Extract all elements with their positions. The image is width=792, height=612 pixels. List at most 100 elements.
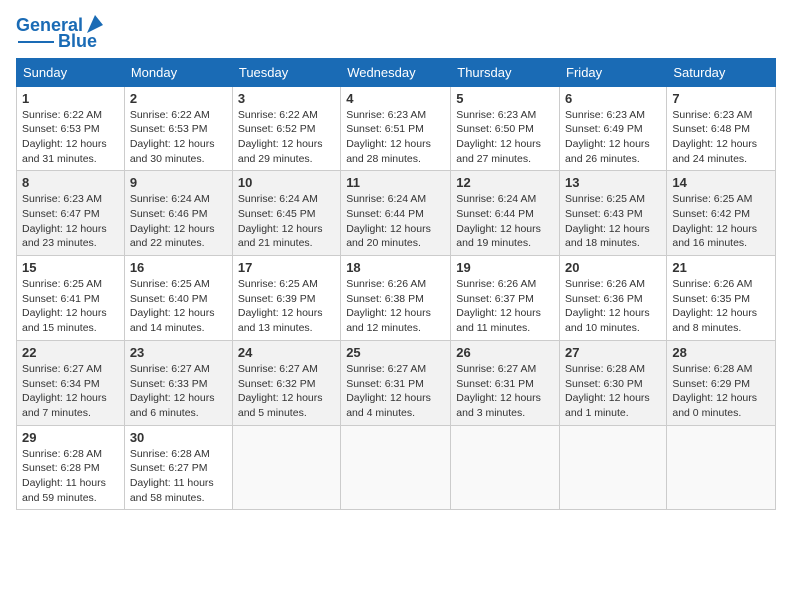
day-number: 12 xyxy=(456,175,554,190)
calendar-cell: 24Sunrise: 6:27 AM Sunset: 6:32 PM Dayli… xyxy=(232,340,340,425)
calendar-cell: 27 Sunrise: 6:28 AM Sunset: 6:30 PM Dayli… xyxy=(560,340,667,425)
day-number: 20 xyxy=(565,260,661,275)
day-number: 30 xyxy=(130,430,227,445)
calendar-cell: 17 Sunrise: 6:25 AM Sunset: 6:39 PM Dayli… xyxy=(232,256,340,341)
day-number: 22 xyxy=(22,345,119,360)
calendar-cell: 18 Sunrise: 6:26 AM Sunset: 6:38 PM Dayli… xyxy=(341,256,451,341)
calendar-cell: 15 Sunrise: 6:25 AM Sunset: 6:41 PM Dayli… xyxy=(17,256,125,341)
day-number: 17 xyxy=(238,260,335,275)
day-number: 19 xyxy=(456,260,554,275)
day-number: 18 xyxy=(346,260,445,275)
day-info: Sunrise: 6:24 AM Sunset: 6:44 PM Dayligh… xyxy=(456,192,554,251)
calendar-cell: 19 Sunrise: 6:26 AM Sunset: 6:37 PM Dayli… xyxy=(451,256,560,341)
calendar-cell: 12 Sunrise: 6:24 AM Sunset: 6:44 PM Dayli… xyxy=(451,171,560,256)
calendar-cell xyxy=(667,425,776,510)
day-info: Sunrise: 6:23 AM Sunset: 6:51 PM Dayligh… xyxy=(346,108,445,167)
day-number: 9 xyxy=(130,175,227,190)
calendar-cell: 7 Sunrise: 6:23 AM Sunset: 6:48 PM Daylig… xyxy=(667,86,776,171)
day-number: 26 xyxy=(456,345,554,360)
day-info: Sunrise: 6:28 AM Sunset: 6:29 PM Dayligh… xyxy=(672,362,770,421)
calendar-cell: 10 Sunrise: 6:24 AM Sunset: 6:45 PM Dayli… xyxy=(232,171,340,256)
header-saturday: Saturday xyxy=(667,58,776,86)
day-info: Sunrise: 6:24 AM Sunset: 6:46 PM Dayligh… xyxy=(130,192,227,251)
calendar-cell: 4 Sunrise: 6:23 AM Sunset: 6:51 PM Daylig… xyxy=(341,86,451,171)
day-number: 6 xyxy=(565,91,661,106)
calendar-cell: 14Sunrise: 6:25 AM Sunset: 6:42 PM Dayli… xyxy=(667,171,776,256)
calendar-cell: 13 Sunrise: 6:25 AM Sunset: 6:43 PM Dayli… xyxy=(560,171,667,256)
calendar-cell xyxy=(451,425,560,510)
calendar-cell: 1 Sunrise: 6:22 AM Sunset: 6:53 PM Daylig… xyxy=(17,86,125,171)
day-number: 21 xyxy=(672,260,770,275)
calendar-week-5: 29 Sunrise: 6:28 AM Sunset: 6:28 PM Dayli… xyxy=(17,425,776,510)
calendar-cell: 22 Sunrise: 6:27 AM Sunset: 6:34 PM Dayli… xyxy=(17,340,125,425)
day-info: Sunrise: 6:23 AM Sunset: 6:49 PM Dayligh… xyxy=(565,108,661,167)
calendar-cell: 8 Sunrise: 6:23 AM Sunset: 6:47 PM Daylig… xyxy=(17,171,125,256)
day-info: Sunrise: 6:22 AM Sunset: 6:53 PM Dayligh… xyxy=(22,108,119,167)
day-number: 11 xyxy=(346,175,445,190)
day-number: 8 xyxy=(22,175,119,190)
calendar-cell: 11 Sunrise: 6:24 AM Sunset: 6:44 PM Dayli… xyxy=(341,171,451,256)
day-number: 29 xyxy=(22,430,119,445)
day-info: Sunrise: 6:24 AM Sunset: 6:45 PM Dayligh… xyxy=(238,192,335,251)
day-info: Sunrise: 6:25 AM Sunset: 6:39 PM Dayligh… xyxy=(238,277,335,336)
calendar-cell: 26 Sunrise: 6:27 AM Sunset: 6:31 PM Dayli… xyxy=(451,340,560,425)
calendar-cell: 9 Sunrise: 6:24 AM Sunset: 6:46 PM Daylig… xyxy=(124,171,232,256)
calendar-cell: 21 Sunrise: 6:26 AM Sunset: 6:35 PM Dayli… xyxy=(667,256,776,341)
calendar-cell xyxy=(341,425,451,510)
day-number: 15 xyxy=(22,260,119,275)
day-info: Sunrise: 6:28 AM Sunset: 6:30 PM Dayligh… xyxy=(565,362,661,421)
calendar-week-4: 22 Sunrise: 6:27 AM Sunset: 6:34 PM Dayli… xyxy=(17,340,776,425)
day-info: Sunrise: 6:25 AM Sunset: 6:42 PM Dayligh… xyxy=(672,192,770,251)
day-info: Sunrise: 6:26 AM Sunset: 6:36 PM Dayligh… xyxy=(565,277,661,336)
day-info: Sunrise: 6:27 AM Sunset: 6:33 PM Dayligh… xyxy=(130,362,227,421)
calendar-week-2: 8 Sunrise: 6:23 AM Sunset: 6:47 PM Daylig… xyxy=(17,171,776,256)
day-info: Sunrise: 6:26 AM Sunset: 6:38 PM Dayligh… xyxy=(346,277,445,336)
day-number: 5 xyxy=(456,91,554,106)
day-number: 13 xyxy=(565,175,661,190)
day-number: 3 xyxy=(238,91,335,106)
day-info: Sunrise: 6:27 AM Sunset: 6:34 PM Dayligh… xyxy=(22,362,119,421)
header-sunday: Sunday xyxy=(17,58,125,86)
day-number: 2 xyxy=(130,91,227,106)
calendar-cell xyxy=(560,425,667,510)
logo-blue-text: Blue xyxy=(58,32,97,52)
day-number: 7 xyxy=(672,91,770,106)
day-number: 1 xyxy=(22,91,119,106)
calendar-cell: 30 Sunrise: 6:28 AM Sunset: 6:27 PM Dayli… xyxy=(124,425,232,510)
calendar-header-row: SundayMondayTuesdayWednesdayThursdayFrid… xyxy=(17,58,776,86)
day-number: 10 xyxy=(238,175,335,190)
day-info: Sunrise: 6:28 AM Sunset: 6:27 PM Dayligh… xyxy=(130,447,227,506)
day-info: Sunrise: 6:25 AM Sunset: 6:40 PM Dayligh… xyxy=(130,277,227,336)
day-info: Sunrise: 6:25 AM Sunset: 6:43 PM Dayligh… xyxy=(565,192,661,251)
day-number: 23 xyxy=(130,345,227,360)
day-number: 27 xyxy=(565,345,661,360)
calendar-cell: 2Sunrise: 6:22 AM Sunset: 6:53 PM Daylig… xyxy=(124,86,232,171)
day-number: 24 xyxy=(238,345,335,360)
calendar-cell: 20 Sunrise: 6:26 AM Sunset: 6:36 PM Dayli… xyxy=(560,256,667,341)
day-info: Sunrise: 6:24 AM Sunset: 6:44 PM Dayligh… xyxy=(346,192,445,251)
day-info: Sunrise: 6:26 AM Sunset: 6:35 PM Dayligh… xyxy=(672,277,770,336)
calendar-cell: 3 Sunrise: 6:22 AM Sunset: 6:52 PM Daylig… xyxy=(232,86,340,171)
day-info: Sunrise: 6:22 AM Sunset: 6:52 PM Dayligh… xyxy=(238,108,335,167)
day-info: Sunrise: 6:27 AM Sunset: 6:31 PM Dayligh… xyxy=(456,362,554,421)
day-info: Sunrise: 6:26 AM Sunset: 6:37 PM Dayligh… xyxy=(456,277,554,336)
day-info: Sunrise: 6:28 AM Sunset: 6:28 PM Dayligh… xyxy=(22,447,119,506)
day-number: 4 xyxy=(346,91,445,106)
logo: General Blue xyxy=(16,16,105,52)
day-info: Sunrise: 6:25 AM Sunset: 6:41 PM Dayligh… xyxy=(22,277,119,336)
day-info: Sunrise: 6:23 AM Sunset: 6:47 PM Dayligh… xyxy=(22,192,119,251)
calendar-cell: 23 Sunrise: 6:27 AM Sunset: 6:33 PM Dayli… xyxy=(124,340,232,425)
calendar-cell: 28Sunrise: 6:28 AM Sunset: 6:29 PM Dayli… xyxy=(667,340,776,425)
day-info: Sunrise: 6:27 AM Sunset: 6:31 PM Dayligh… xyxy=(346,362,445,421)
day-number: 25 xyxy=(346,345,445,360)
header-tuesday: Tuesday xyxy=(232,58,340,86)
calendar-cell: 16Sunrise: 6:25 AM Sunset: 6:40 PM Dayli… xyxy=(124,256,232,341)
day-info: Sunrise: 6:23 AM Sunset: 6:48 PM Dayligh… xyxy=(672,108,770,167)
calendar-week-1: 1 Sunrise: 6:22 AM Sunset: 6:53 PM Daylig… xyxy=(17,86,776,171)
calendar-week-3: 15 Sunrise: 6:25 AM Sunset: 6:41 PM Dayli… xyxy=(17,256,776,341)
calendar-cell: 5Sunrise: 6:23 AM Sunset: 6:50 PM Daylig… xyxy=(451,86,560,171)
calendar-table: SundayMondayTuesdayWednesdayThursdayFrid… xyxy=(16,58,776,511)
header-monday: Monday xyxy=(124,58,232,86)
header-thursday: Thursday xyxy=(451,58,560,86)
header-wednesday: Wednesday xyxy=(341,58,451,86)
